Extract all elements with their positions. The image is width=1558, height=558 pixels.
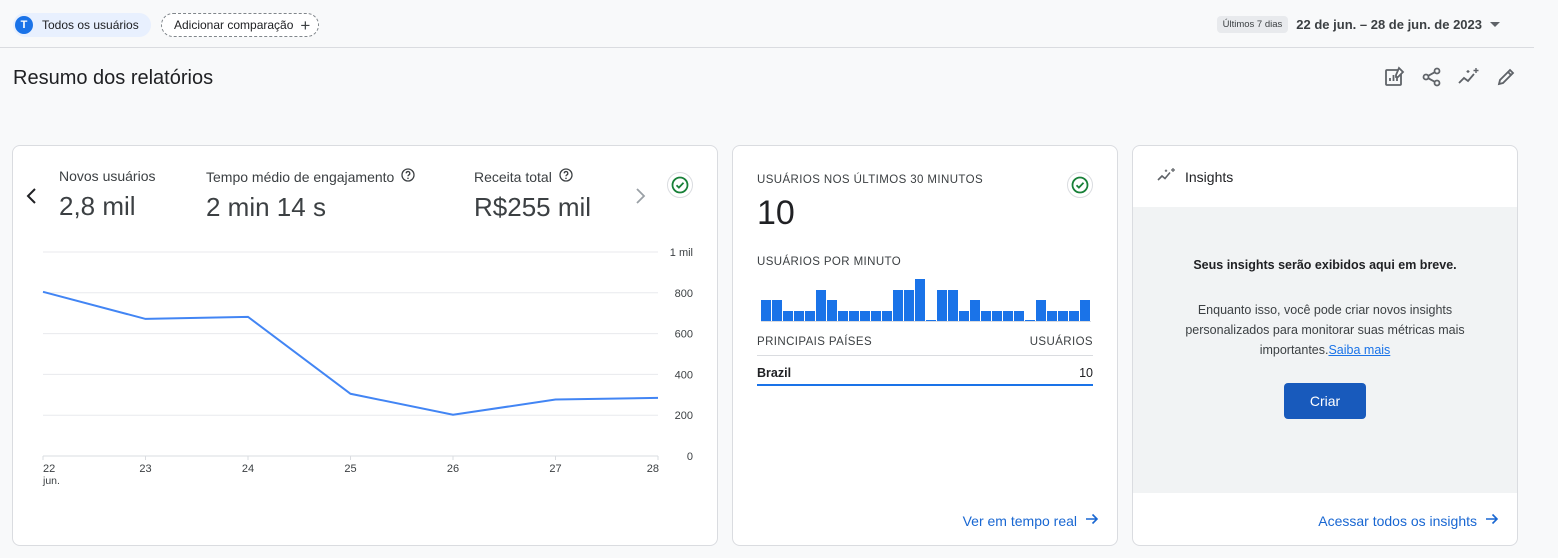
per-minute-bar[interactable] [816,289,826,321]
per-minute-bar[interactable] [904,289,914,321]
per-minute-bar[interactable] [827,300,837,321]
x-tick-label: 22 [43,463,55,475]
realtime-users-value: 10 [757,194,795,232]
per-minute-bar-chart [761,276,1091,322]
insights-body: Enquanto isso, você pode criar novos ins… [1161,300,1489,360]
per-minute-bar[interactable] [860,310,870,321]
customize-report-icon[interactable] [1377,64,1413,90]
country-users: 10 [1079,366,1093,380]
per-minute-bar[interactable] [1025,320,1035,321]
per-minute-bar[interactable] [794,310,804,321]
segment-avatar: T [15,16,33,34]
page-title: Resumo dos relatórios [13,67,214,89]
view-all-insights-label: Acessar todos os insights [1318,512,1477,529]
table-row[interactable]: Brazil 10 [757,366,1093,386]
column-header-users: USUÁRIOS [1029,336,1093,348]
y-tick-label: 600 [675,329,693,341]
per-minute-bar[interactable] [838,310,848,321]
per-minute-bar[interactable] [937,289,947,321]
date-range-text: 22 de jun. – 28 de jun. de 2023 [1296,17,1482,32]
overview-card: Novos usuários 2,8 mil Tempo médio de en… [12,145,718,546]
per-minute-bar[interactable] [926,320,936,321]
per-minute-bar[interactable] [805,310,815,321]
per-minute-bar[interactable] [882,310,892,321]
y-tick-label: 200 [675,410,693,422]
per-minute-bar[interactable] [783,310,793,321]
learn-more-link[interactable]: Saiba mais [1328,343,1390,357]
x-tick-label: 24 [242,463,254,475]
realtime-title: USUÁRIOS NOS ÚLTIMOS 30 MINUTOS [757,174,984,186]
top-bar: T Todos os usuários Adicionar comparação… [0,0,1534,48]
date-range-badge: Últimos 7 dias [1216,16,1289,33]
insights-card: Insights Seus insights serão exibidos aq… [1132,145,1518,546]
page-toolbar [1376,64,1524,90]
insights-empty-state: Seus insights serão exibidos aqui em bre… [1133,207,1517,493]
share-icon[interactable] [1414,64,1450,90]
per-minute-bar[interactable] [970,300,980,321]
y-tick-label: 400 [675,369,693,381]
y-tick-label: 0 [687,451,693,463]
per-minute-bar[interactable] [959,310,969,321]
per-minute-bar[interactable] [1036,300,1046,321]
realtime-card: USUÁRIOS NOS ÚLTIMOS 30 MINUTOS 10 USUÁR… [732,145,1118,546]
date-range-picker[interactable]: Últimos 7 dias 22 de jun. – 28 de jun. d… [1216,16,1500,33]
add-comparison-label: Adicionar comparação [174,18,294,32]
x-tick-sublabel: jun. [42,475,60,487]
per-minute-bar[interactable] [1069,310,1079,321]
country-name: Brazil [757,366,792,380]
insights-heading: Seus insights serão exibidos aqui em bre… [1193,258,1457,272]
insights-title: Insights [1185,168,1234,185]
per-minute-bar[interactable] [849,310,859,321]
insights-icon [1157,167,1177,186]
plus-icon: + [300,15,311,35]
per-minute-bar[interactable] [1047,310,1057,321]
countries-table-header: PRINCIPAIS PAÍSES USUÁRIOS [757,336,1093,356]
x-tick-label: 28 [647,463,659,475]
edit-icon[interactable] [1488,64,1524,90]
arrow-right-icon [1085,512,1099,529]
users-line-chart: 0 200 400 600 800 1 mil 22jun. 23 24 25 26 27 28 [42,247,693,487]
per-minute-label: USUÁRIOS POR MINUTO [757,256,902,268]
per-minute-bar[interactable] [893,289,903,321]
x-tick-label: 26 [447,463,459,475]
create-insight-button[interactable]: Criar [1284,383,1366,419]
view-all-insights-link[interactable]: Acessar todos os insights [1318,512,1499,529]
per-minute-bar[interactable] [1080,300,1090,321]
per-minute-bar[interactable] [1014,310,1024,321]
per-minute-bar[interactable] [1058,310,1068,321]
arrow-right-icon [1485,512,1499,529]
check-circle-icon [1067,172,1093,198]
x-tick-label: 27 [549,463,561,475]
view-realtime-link[interactable]: Ver em tempo real [963,512,1099,529]
per-minute-bar[interactable] [772,300,782,321]
per-minute-bar[interactable] [992,310,1002,321]
y-tick-label: 1 mil [670,247,693,259]
x-tick-label: 25 [344,463,356,475]
segment-chip[interactable]: T Todos os usuários [13,13,151,37]
y-tick-label: 800 [675,288,693,300]
view-realtime-label: Ver em tempo real [962,512,1077,529]
per-minute-bar[interactable] [761,300,771,321]
series-line [42,290,659,416]
per-minute-bar[interactable] [981,310,991,321]
segment-label: Todos os usuários [42,18,139,32]
insights-icon[interactable] [1451,64,1487,90]
insights-body-text: Enquanto isso, você pode criar novos ins… [1185,303,1465,357]
per-minute-bar[interactable] [915,279,925,321]
x-tick-label: 23 [139,463,151,475]
per-minute-bar[interactable] [948,289,958,321]
chevron-down-icon [1490,22,1500,27]
per-minute-bar[interactable] [1003,310,1013,321]
insights-header: Insights [1133,146,1517,207]
per-minute-bar[interactable] [871,310,881,321]
column-header-country: PRINCIPAIS PAÍSES [757,336,873,348]
add-comparison-button[interactable]: Adicionar comparação + [161,13,320,37]
